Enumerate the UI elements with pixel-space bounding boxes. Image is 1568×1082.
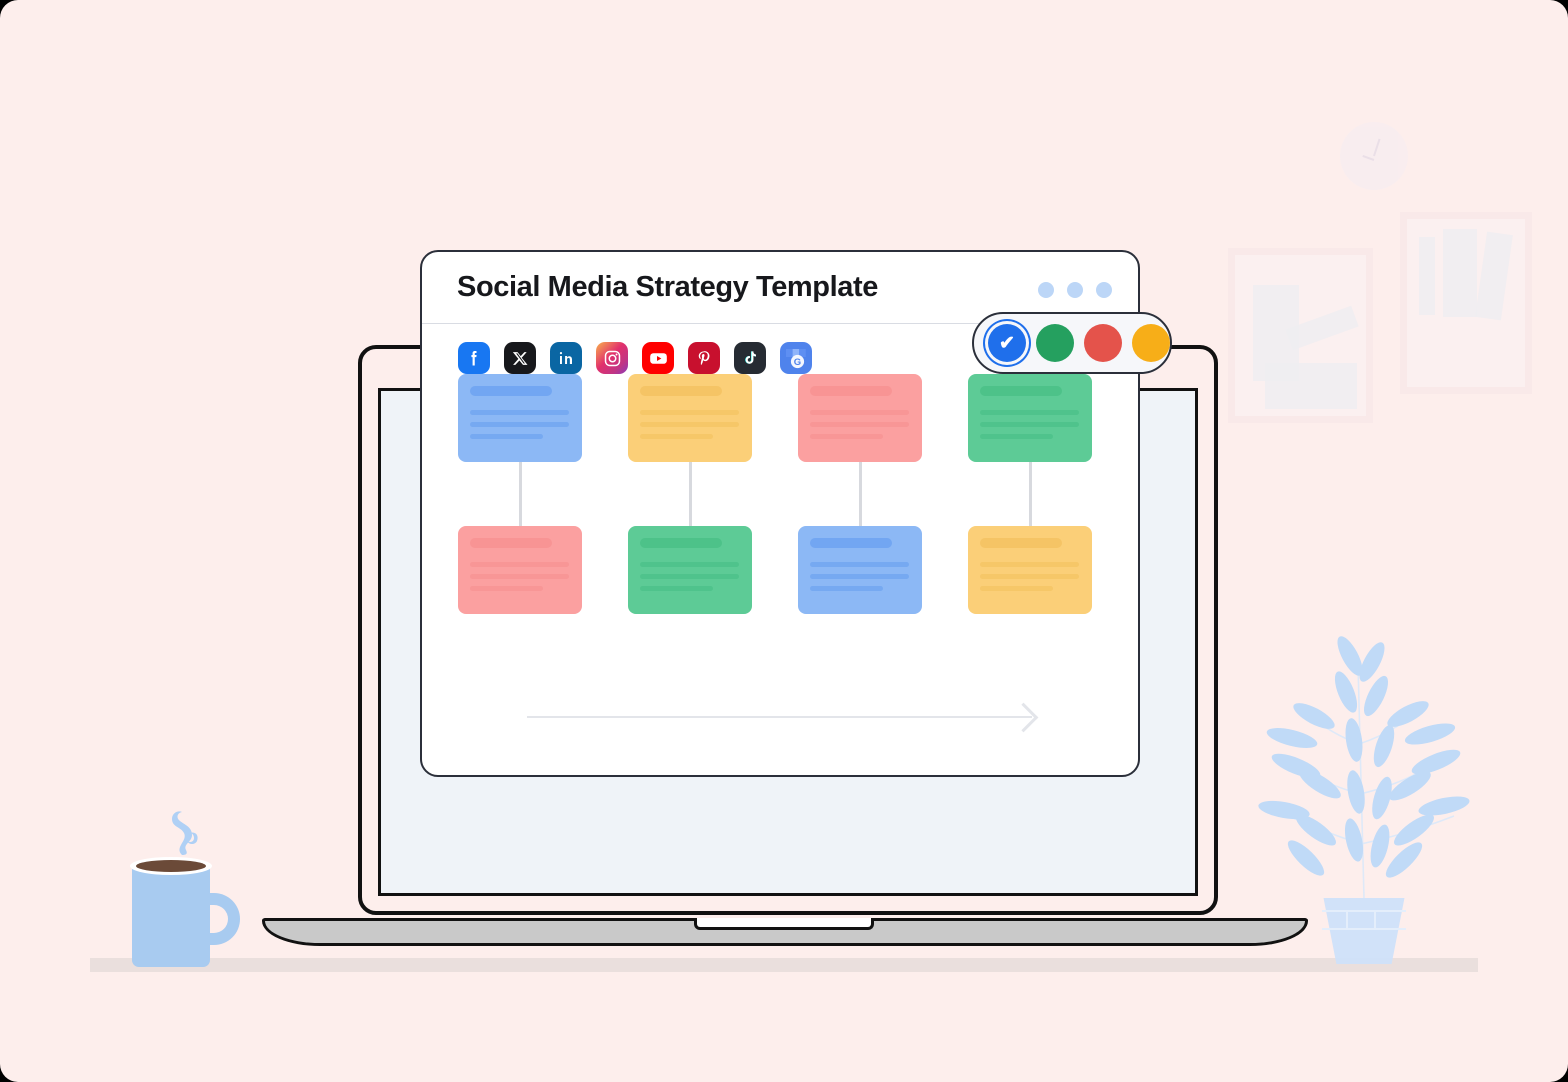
flow-card xyxy=(628,374,752,462)
connector-line xyxy=(1029,462,1032,526)
coffee-mug xyxy=(120,767,240,967)
page-title: Social Media Strategy Template xyxy=(457,271,878,303)
connector-line xyxy=(519,462,522,526)
linkedin-icon[interactable] xyxy=(550,342,582,374)
wall-frame-left xyxy=(1228,248,1373,423)
x-twitter-icon[interactable] xyxy=(504,342,536,374)
color-picker[interactable]: ✔ xyxy=(972,312,1172,374)
wall-clock-icon xyxy=(1340,122,1408,190)
flow-card xyxy=(798,526,922,614)
color-swatch-blue[interactable]: ✔ xyxy=(988,324,1026,362)
color-swatch-orange[interactable] xyxy=(1132,324,1170,362)
timeline-arrow-icon xyxy=(527,716,1032,718)
youtube-icon[interactable] xyxy=(642,342,674,374)
facebook-icon[interactable] xyxy=(458,342,490,374)
pot-band xyxy=(1322,910,1406,930)
maximize-dot-icon[interactable] xyxy=(1067,282,1083,298)
window-controls[interactable] xyxy=(1038,282,1112,298)
flow-diagram-canvas xyxy=(422,374,1138,744)
tiktok-icon[interactable] xyxy=(734,342,766,374)
instagram-icon[interactable] xyxy=(596,342,628,374)
color-swatch-red[interactable] xyxy=(1084,324,1122,362)
close-dot-icon[interactable] xyxy=(1096,282,1112,298)
connector-line xyxy=(859,462,862,526)
frame-artwork xyxy=(1235,255,1366,416)
svg-text:G: G xyxy=(794,357,801,368)
google-business-icon[interactable]: G xyxy=(780,342,812,374)
flow-card xyxy=(968,374,1092,462)
flow-card xyxy=(458,526,582,614)
check-icon: ✔ xyxy=(999,332,1015,354)
minimize-dot-icon[interactable] xyxy=(1038,282,1054,298)
wall-frame-right xyxy=(1400,212,1532,394)
pinterest-icon[interactable] xyxy=(688,342,720,374)
color-swatch-green[interactable] xyxy=(1036,324,1074,362)
mug-body xyxy=(132,867,210,967)
laptop-trackpad-notch xyxy=(694,918,874,930)
steam-icon xyxy=(172,811,198,855)
connector-line xyxy=(689,462,692,526)
frame-artwork xyxy=(1407,219,1525,387)
flow-card xyxy=(968,526,1092,614)
illustration-scene: Social Media Strategy Template G ✔ xyxy=(0,0,1568,1082)
flow-card xyxy=(458,374,582,462)
coffee-liquid xyxy=(136,860,206,872)
flow-card xyxy=(628,526,752,614)
potted-plant xyxy=(1258,634,1488,964)
flow-card xyxy=(798,374,922,462)
